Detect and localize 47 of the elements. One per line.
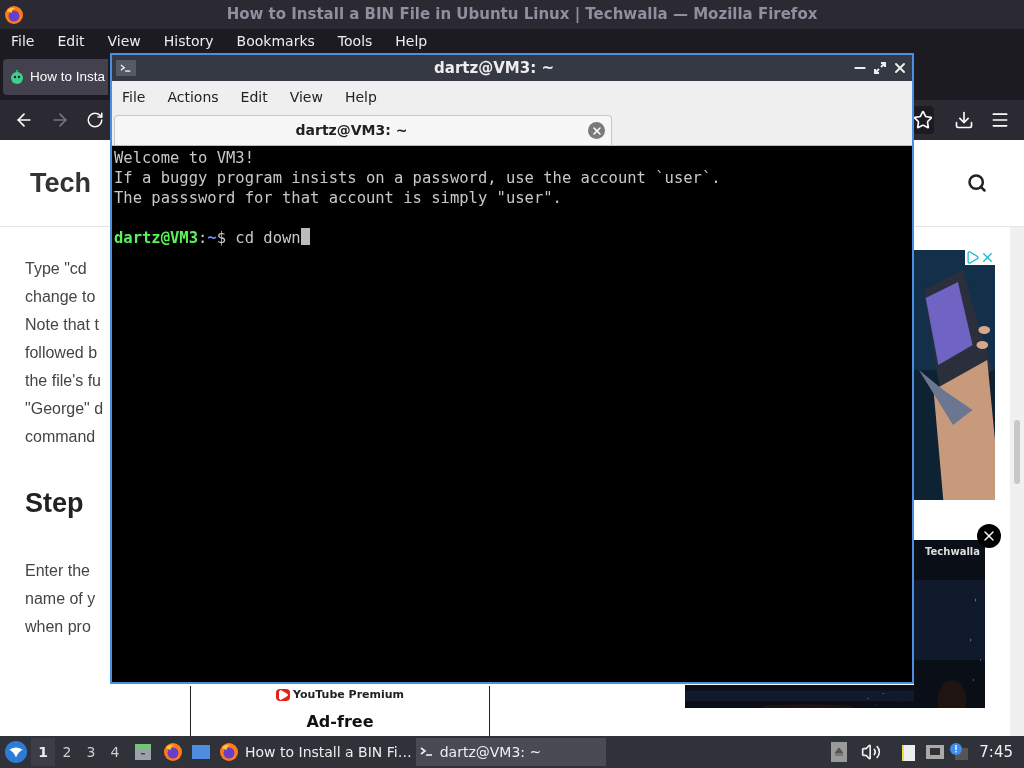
- workspace-button[interactable]: 4: [103, 738, 127, 766]
- command-text[interactable]: cd down: [235, 228, 301, 248]
- promo-logo-text: YouTube Premium: [292, 686, 405, 703]
- menu-item[interactable]: Actions: [167, 86, 219, 108]
- article-text: Type "cd: [25, 259, 87, 279]
- terminal-output: The passsword for that account is simply "user".: [114, 188, 563, 208]
- article-heading: Step: [25, 487, 84, 519]
- article-text: Note that t: [25, 315, 99, 335]
- menu-item[interactable]: Help: [395, 31, 428, 52]
- workspace-button[interactable]: 1: [31, 738, 55, 766]
- task-label: How to Install a BIN Fi…: [245, 742, 412, 762]
- prompt-user: dartz@VM3: [114, 228, 198, 248]
- menu-item[interactable]: View: [289, 86, 323, 108]
- article-text: change to: [25, 287, 96, 307]
- window-title: dartz@VM3: ~: [433, 57, 555, 79]
- menu-item[interactable]: File: [11, 31, 35, 52]
- article-text: the file's fu: [25, 371, 101, 391]
- site-logo[interactable]: Tech: [30, 162, 91, 204]
- menu-item[interactable]: Edit: [57, 31, 85, 52]
- terminal-tab[interactable]: dartz@VM3: ~: [114, 115, 612, 145]
- workspace-button[interactable]: 2: [55, 738, 79, 766]
- task-button[interactable]: dartz@VM3: ~: [415, 738, 606, 766]
- article-text: command: [25, 427, 96, 447]
- workspace-button[interactable]: 3: [79, 738, 103, 766]
- prompt-symbol: $: [216, 228, 228, 248]
- task-button[interactable]: How to Install a BIN Fi…: [215, 738, 416, 766]
- article-text: when pro: [25, 617, 91, 637]
- article-text: "George" d: [25, 399, 104, 419]
- prompt-path: ~: [207, 228, 217, 248]
- clock[interactable]: 7:45: [979, 740, 1013, 764]
- article-text: Enter the: [25, 561, 90, 581]
- article-text: followed b: [25, 343, 98, 363]
- menu-item[interactable]: File: [122, 86, 146, 108]
- terminal-output: If a buggy program insists on a password, use the account `user`.: [114, 168, 722, 188]
- window-title: How to Install a BIN File in Ubuntu Linux | Techwalla — Mozilla Firefox: [225, 4, 819, 26]
- browser-tab[interactable]: How to Insta: [3, 59, 108, 95]
- prompt-separator: :: [198, 228, 208, 248]
- task-label: dartz@VM3: ~: [439, 742, 542, 762]
- promo-text: Ad-free: [306, 711, 374, 733]
- article-text: name of y: [25, 589, 96, 609]
- menu-item[interactable]: Bookmarks: [236, 31, 315, 52]
- menu-item[interactable]: Help: [344, 86, 377, 108]
- menu-item[interactable]: Edit: [240, 86, 268, 108]
- menu-item[interactable]: History: [163, 31, 214, 52]
- menu-item[interactable]: View: [107, 31, 141, 52]
- menu-item[interactable]: Tools: [337, 31, 373, 52]
- terminal-output: Welcome to VM3!: [114, 148, 255, 168]
